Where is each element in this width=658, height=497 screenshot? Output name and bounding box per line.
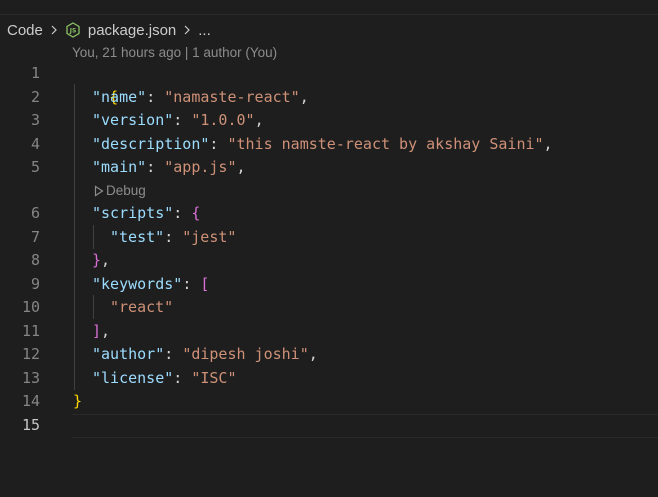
close-brace: } [73, 392, 83, 410]
comma: , [543, 134, 553, 153]
code-line: "keywords": [ [92, 273, 209, 297]
json-value: "dipesh joshi" [182, 345, 309, 363]
json-value: "namaste-react" [164, 87, 300, 106]
json-key: "description" [92, 134, 210, 153]
tab-bar [0, 0, 658, 15]
line-number: 15 [21, 416, 40, 434]
json-value: "1.0.0" [191, 111, 255, 129]
comma: , [101, 321, 111, 340]
line-number: 11 [21, 321, 40, 340]
colon: : [173, 111, 192, 129]
json-key: "test" [110, 227, 165, 246]
git-blame-codelens[interactable]: You, 21 hours ago | 1 author (You) [72, 44, 277, 62]
code-line: "react" [110, 296, 173, 320]
line-number: 10 [21, 298, 40, 316]
breadcrumb-root[interactable]: Code [7, 22, 43, 39]
code-line: "main": "app.js", [92, 156, 246, 180]
colon: : [164, 227, 183, 246]
code-line: "version": "1.0.0", [92, 109, 264, 133]
colon: : [173, 204, 192, 222]
line-number: 7 [30, 227, 40, 246]
code-line: "author": "dipesh joshi", [92, 343, 318, 367]
comma: , [299, 87, 309, 106]
colon: : [173, 368, 192, 387]
json-key: "name" [92, 87, 147, 106]
indent-guide [93, 295, 94, 319]
open-bracket: [ [200, 274, 210, 293]
line-number: 2 [30, 87, 40, 106]
comma: , [236, 158, 246, 176]
svg-text:JS: JS [69, 28, 77, 35]
line-number: 13 [21, 368, 40, 387]
code-line: "scripts": { [92, 202, 200, 226]
comma: , [308, 345, 318, 363]
json-value: "ISC" [191, 368, 237, 387]
code-line: "test": "jest" [110, 226, 236, 250]
json-key: "keywords" [92, 274, 183, 293]
line-number: 4 [30, 134, 40, 153]
json-file-icon: JS [65, 22, 81, 38]
breadcrumb-file[interactable]: package.json [88, 22, 176, 39]
debug-label: Debug [106, 183, 146, 198]
code-line: "license": "ISC" [92, 367, 237, 391]
indent-guide [93, 225, 94, 249]
line-number: 9 [30, 274, 40, 293]
comma: , [101, 251, 111, 269]
breadcrumb: Code JS package.json ... [7, 20, 211, 40]
active-tab[interactable] [0, 0, 120, 14]
json-value: "jest" [182, 227, 237, 246]
line-number: 12 [21, 345, 40, 363]
close-brace: } [92, 251, 102, 269]
line-number: 14 [21, 392, 40, 410]
play-icon [94, 185, 104, 197]
code-line: }, [92, 249, 110, 273]
json-key: "license" [92, 368, 174, 387]
line-number: 8 [30, 251, 40, 269]
json-value: "app.js" [164, 158, 237, 176]
json-key: "scripts" [92, 204, 174, 222]
colon: : [146, 158, 165, 176]
line-number: 5 [30, 158, 40, 176]
json-key: "main" [92, 158, 147, 176]
line-number: 6 [30, 204, 40, 222]
code-line: "name": "namaste-react", [92, 86, 309, 110]
json-value: "this namste-react by akshay Saini" [227, 134, 544, 153]
json-key: "version" [92, 111, 174, 129]
chevron-right-icon [180, 23, 194, 37]
colon: : [146, 87, 165, 106]
code-line: ], [92, 320, 110, 344]
breadcrumb-more[interactable]: ... [198, 22, 211, 39]
code-line: { [73, 62, 118, 106]
colon: : [209, 134, 228, 153]
current-line-highlight [72, 414, 658, 438]
open-brace: { [191, 204, 201, 222]
code-line: "description": "this namste-react by aks… [92, 133, 553, 157]
colon: : [164, 345, 183, 363]
close-bracket: ] [92, 321, 102, 340]
line-number: 3 [30, 111, 40, 129]
comma: , [254, 111, 264, 129]
chevron-right-icon [47, 23, 61, 37]
colon: : [182, 274, 201, 293]
json-value: "react" [110, 298, 174, 316]
debug-codelens[interactable]: Debug [94, 182, 146, 200]
json-key: "author" [92, 345, 165, 363]
code-line: } [73, 390, 82, 414]
line-number: 1 [30, 64, 40, 82]
